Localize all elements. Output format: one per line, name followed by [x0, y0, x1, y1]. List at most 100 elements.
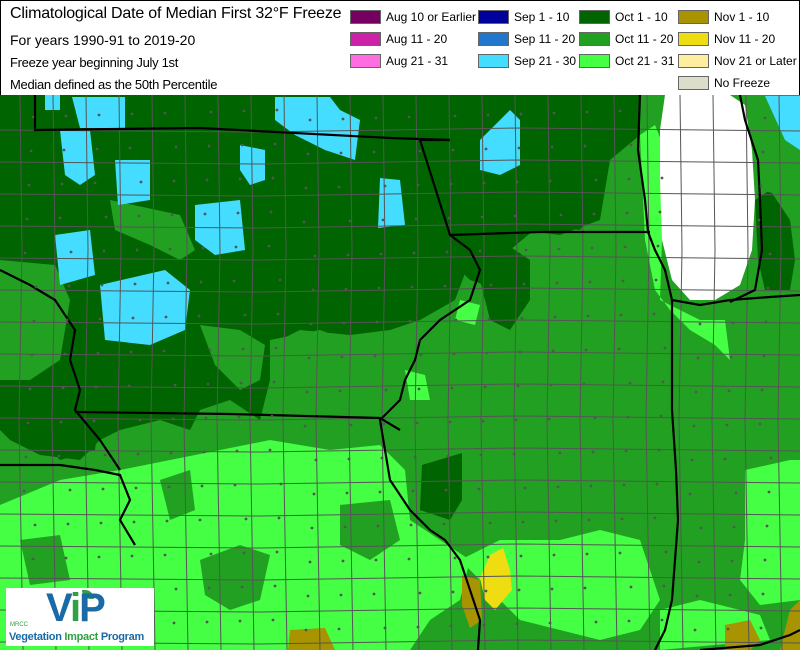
county-seat-dot — [761, 150, 765, 154]
county-seat-dot — [550, 587, 554, 591]
county-seat-dot — [139, 180, 143, 184]
county-seat-dot — [417, 387, 421, 391]
county-seat-dot — [34, 285, 38, 289]
legend-label: Nov 1 - 10 — [714, 9, 770, 24]
county-seat-dot — [29, 149, 33, 153]
legend-swatch — [478, 9, 509, 24]
legend-item: Nov 1 - 10 — [678, 8, 769, 25]
county-seat-dot — [411, 489, 415, 493]
county-seat-dot — [173, 383, 177, 387]
county-seat-dot — [102, 249, 106, 253]
legend-item: Aug 11 - 20 — [350, 30, 447, 47]
county-seat-dot — [135, 248, 139, 252]
county-seat-dot — [618, 551, 622, 555]
county-seat-dot — [271, 176, 275, 180]
map-title: Climatological Date of Median First 32°F… — [10, 5, 342, 22]
county-seat-dot — [306, 152, 310, 156]
county-seat-dot — [485, 351, 489, 355]
county-seat-dot — [239, 381, 243, 385]
freeze-date-map — [0, 95, 800, 650]
county-seat-dot — [515, 622, 519, 626]
county-seat-dot — [168, 247, 172, 251]
legend-swatch — [678, 53, 709, 68]
county-seat-dot — [583, 586, 587, 590]
county-seat-dot — [98, 317, 102, 321]
county-seat-dot — [163, 111, 167, 115]
county-seat-dot — [592, 212, 596, 216]
county-seat-dot — [347, 457, 351, 461]
county-seat-dot — [594, 620, 598, 624]
county-seat-dot — [311, 288, 315, 292]
county-seat-dot — [517, 146, 521, 150]
county-seat-dot — [513, 214, 517, 218]
county-seat-dot — [64, 556, 68, 560]
county-seat-dot — [407, 557, 411, 561]
county-seat-dot — [593, 416, 597, 420]
county-seat-dot — [550, 145, 554, 149]
county-seat-dot — [306, 594, 310, 598]
county-seat-dot — [68, 488, 72, 492]
county-seat-dot — [349, 423, 353, 427]
county-seat-dot — [165, 519, 169, 523]
county-seat-dot — [271, 618, 275, 622]
county-seat-dot — [514, 418, 518, 422]
county-seat-dot — [237, 415, 241, 419]
freeze-year-note: Freeze year beginning July 1st — [10, 55, 179, 70]
county-seat-dot — [619, 313, 623, 317]
county-seat-dot — [558, 451, 562, 455]
county-seat-dot — [409, 523, 413, 527]
county-seat-dot — [452, 352, 456, 356]
county-seat-dot — [758, 422, 762, 426]
county-seat-dot — [134, 486, 138, 490]
county-seat-dot — [381, 218, 385, 222]
legend-item: No Freeze — [678, 74, 770, 91]
vip-wordmark: ViP — [46, 586, 106, 630]
county-seat-dot — [375, 320, 379, 324]
county-seat-dot — [520, 316, 524, 320]
county-seat-dot — [730, 559, 734, 563]
county-seat-dot — [383, 184, 387, 188]
county-seat-dot — [416, 625, 420, 629]
legend-swatch — [579, 9, 610, 24]
county-seat-dot — [275, 550, 279, 554]
county-seat-dot — [484, 147, 488, 151]
county-seat-dot — [61, 386, 65, 390]
county-seat-dot — [589, 484, 593, 488]
county-seat-dot — [552, 111, 556, 115]
county-seat-dot — [379, 252, 383, 256]
legend-label: Oct 21 - 31 — [615, 53, 675, 68]
county-seat-dot — [174, 587, 178, 591]
county-seat-dot — [382, 422, 386, 426]
county-seat-dot — [272, 380, 276, 384]
county-seat-dot — [345, 491, 349, 495]
county-seat-dot — [729, 355, 733, 359]
county-seat-dot — [547, 417, 551, 421]
county-seat-dot — [276, 312, 280, 316]
county-seat-dot — [454, 318, 458, 322]
county-seat-dot — [238, 177, 242, 181]
county-seat-dot — [695, 594, 699, 598]
county-seat-dot — [586, 314, 590, 318]
county-seat-dot — [554, 519, 558, 523]
county-seat-dot — [451, 148, 455, 152]
county-seat-dot — [768, 252, 772, 256]
county-seat-dot — [128, 146, 132, 150]
county-seat-dot — [478, 249, 482, 253]
county-seat-dot — [726, 627, 730, 631]
county-seat-dot — [339, 593, 343, 597]
county-seat-dot — [412, 251, 416, 255]
county-seat-dot — [731, 321, 735, 325]
county-seat-dot — [67, 284, 71, 288]
legend-label: Oct 1 - 10 — [615, 9, 668, 24]
county-seat-dot — [519, 112, 523, 116]
county-seat-dot — [378, 490, 382, 494]
county-seat-dot — [414, 217, 418, 221]
county-seat-dot — [407, 115, 411, 119]
county-seat-dot — [92, 419, 96, 423]
county-seat-dot — [372, 150, 376, 154]
county-seat-dot — [200, 484, 204, 488]
county-seat-dot — [59, 420, 63, 424]
county-seat-dot — [516, 384, 520, 388]
county-seat-dot — [446, 454, 450, 458]
county-seat-dot — [486, 555, 490, 559]
